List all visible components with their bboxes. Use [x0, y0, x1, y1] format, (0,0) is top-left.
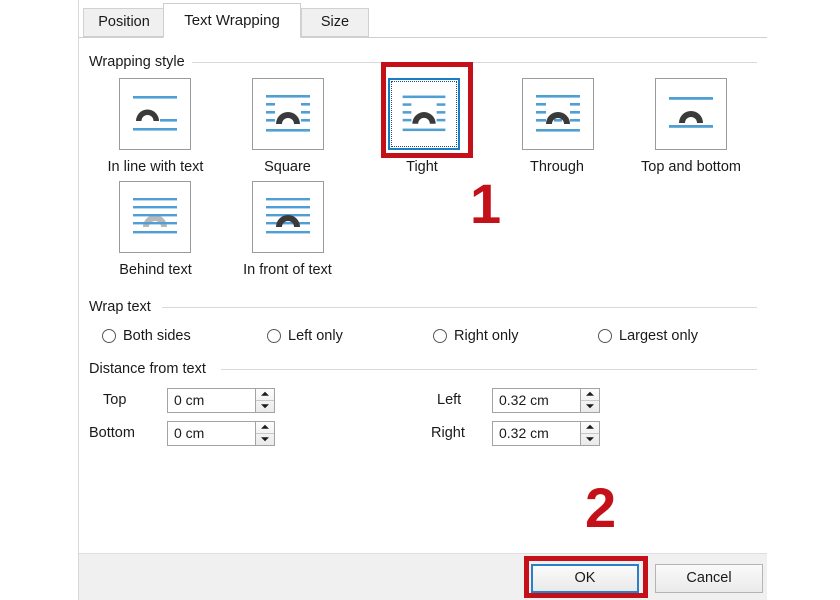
spin-bottom-decrement-icon[interactable]	[256, 434, 274, 446]
spin-right-increment-icon[interactable]	[581, 422, 599, 434]
wrap-inline-icon	[120, 79, 190, 149]
radio-left-only[interactable]: Left only	[267, 328, 343, 344]
spin-top-arrows[interactable]	[255, 389, 274, 412]
ok-button[interactable]: OK	[531, 564, 639, 593]
label-left: Left	[437, 392, 462, 408]
spin-right-arrows[interactable]	[580, 422, 599, 445]
dialog-footer: OK Cancel	[79, 553, 767, 600]
radio-largest-only-label: Largest only	[619, 328, 698, 344]
wrap-label-through: Through	[529, 159, 584, 175]
spin-bottom[interactable]: 0 cm	[167, 421, 275, 446]
distance-from-text-group-divider	[221, 369, 757, 370]
spin-bottom-increment-icon[interactable]	[256, 422, 274, 434]
radio-right-only-label: Right only	[454, 328, 519, 344]
wrap-tight-icon	[390, 80, 458, 148]
radio-both-sides[interactable]: Both sides	[102, 328, 191, 344]
label-bottom: Bottom	[89, 425, 135, 441]
spin-top-value[interactable]: 0 cm	[168, 389, 255, 412]
cancel-button[interactable]: Cancel	[655, 564, 763, 593]
wrap-label-behind-text: Behind text	[119, 262, 192, 278]
wrap-square-icon	[253, 79, 323, 149]
wrap-option-in-line-with-text[interactable]	[119, 78, 191, 150]
annotation-step-1: 1	[470, 172, 502, 235]
wrap-option-behind-text[interactable]	[119, 181, 191, 253]
spin-bottom-value[interactable]: 0 cm	[168, 422, 255, 445]
spin-left-value[interactable]: 0.32 cm	[493, 389, 580, 412]
radio-largest-only[interactable]: Largest only	[598, 328, 698, 344]
wrap-option-top-and-bottom[interactable]	[655, 78, 727, 150]
tab-position[interactable]: Position	[83, 8, 165, 37]
spin-right-value[interactable]: 0.32 cm	[493, 422, 580, 445]
wrap-behind-icon	[120, 182, 190, 252]
wrap-option-tight[interactable]	[388, 78, 460, 150]
spin-left[interactable]: 0.32 cm	[492, 388, 600, 413]
label-right: Right	[431, 425, 465, 441]
spin-top[interactable]: 0 cm	[167, 388, 275, 413]
spin-left-arrows[interactable]	[580, 389, 599, 412]
annotation-step-2: 2	[585, 476, 617, 539]
wrap-text-group-label: Wrap text	[89, 299, 151, 315]
wrap-text-group-divider	[162, 307, 757, 308]
spin-right-decrement-icon[interactable]	[581, 434, 599, 446]
label-top: Top	[103, 392, 127, 408]
screenshot-root: Position Text Wrapping Size Wrapping sty…	[0, 0, 840, 600]
distance-from-text-group-label: Distance from text	[89, 361, 206, 377]
spin-top-increment-icon[interactable]	[256, 389, 274, 401]
radio-both-sides-label: Both sides	[123, 328, 191, 344]
dialog-tabstrip: Position Text Wrapping Size	[79, 0, 767, 38]
wrap-label-top-and-bottom: Top and bottom	[641, 159, 741, 175]
wrapping-style-group-label: Wrapping style	[89, 54, 185, 70]
wrap-label-square: Square	[264, 159, 311, 175]
wrap-option-through[interactable]	[522, 78, 594, 150]
layout-dialog: Position Text Wrapping Size Wrapping sty…	[78, 0, 767, 600]
spin-right[interactable]: 0.32 cm	[492, 421, 600, 446]
wrap-label-in-line-with-text: In line with text	[107, 159, 204, 175]
tab-text-wrapping[interactable]: Text Wrapping	[163, 3, 301, 38]
radio-left-only-label: Left only	[288, 328, 343, 344]
wrap-topbottom-icon	[656, 79, 726, 149]
radio-left-only-indicator	[267, 329, 281, 343]
spin-top-decrement-icon[interactable]	[256, 401, 274, 413]
spin-left-decrement-icon[interactable]	[581, 401, 599, 413]
spin-bottom-arrows[interactable]	[255, 422, 274, 445]
wrap-option-in-front-of-text[interactable]	[252, 181, 324, 253]
wrap-label-in-front-of-text: In front of text	[243, 262, 332, 278]
wrap-label-tight: Tight	[406, 159, 438, 175]
dialog-body: Wrapping style In line with text Square …	[79, 38, 767, 553]
spin-left-increment-icon[interactable]	[581, 389, 599, 401]
wrap-infront-icon	[253, 182, 323, 252]
radio-both-sides-indicator	[102, 329, 116, 343]
wrap-through-icon	[523, 79, 593, 149]
radio-right-only[interactable]: Right only	[433, 328, 518, 344]
wrapping-style-group-divider	[192, 62, 757, 63]
radio-largest-only-indicator	[598, 329, 612, 343]
radio-right-only-indicator	[433, 329, 447, 343]
wrap-option-square[interactable]	[252, 78, 324, 150]
tab-size[interactable]: Size	[301, 8, 369, 37]
